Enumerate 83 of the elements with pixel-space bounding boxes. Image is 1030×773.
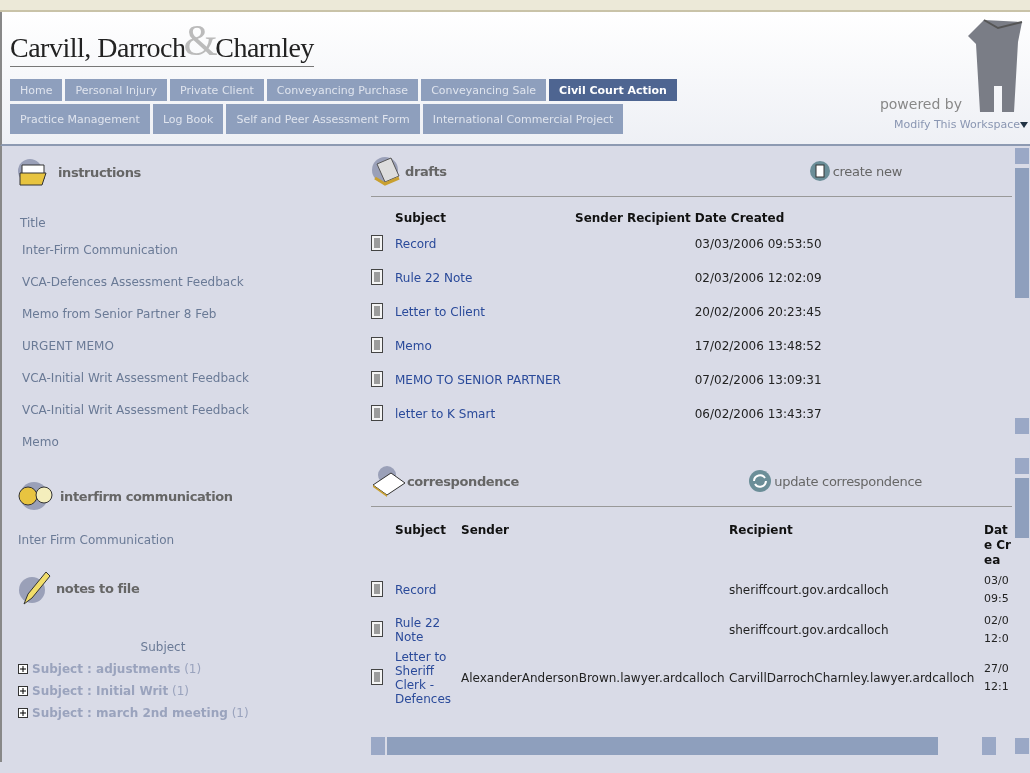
- create-new-link[interactable]: create new: [809, 161, 902, 181]
- tab[interactable]: Conveyancing Sale: [421, 79, 547, 101]
- interfirm-link[interactable]: Inter Firm Communication: [18, 533, 175, 547]
- draft-subject-link[interactable]: Memo: [395, 339, 432, 353]
- vertical-scrollbar[interactable]: [1014, 456, 1030, 756]
- column-header: Recipient: [627, 209, 695, 227]
- chat-faces-icon: [18, 481, 56, 511]
- document-icon: [371, 234, 383, 251]
- column-header: Title: [20, 216, 47, 230]
- note-subject-link[interactable]: Subject : march 2nd meeting (1): [32, 706, 249, 720]
- column-header: Sender: [575, 210, 624, 227]
- powered-by-label: powered by: [879, 96, 962, 112]
- tab[interactable]: Private Client: [170, 79, 264, 101]
- document-icon: [371, 404, 383, 421]
- column-header: Date Crea: [984, 522, 1013, 569]
- caret-icon: [1020, 121, 1028, 128]
- panel-title: interfirm communication: [60, 488, 233, 504]
- refresh-icon: [749, 470, 772, 492]
- tab[interactable]: Log Book: [152, 104, 224, 134]
- date-cell-text: 02/0 12:0: [984, 613, 1010, 647]
- instruction-link[interactable]: Memo: [22, 435, 59, 449]
- instruction-link[interactable]: URGENT MEMO: [22, 339, 114, 353]
- column-header: Subject: [139, 640, 187, 654]
- draft-subject-link[interactable]: Record: [395, 237, 437, 251]
- draft-subject-link[interactable]: Letter to Client: [395, 305, 485, 319]
- note-subject-link[interactable]: Subject : Initial Writ (1): [32, 684, 189, 698]
- correspondence-subject-link[interactable]: Letter to Sheriff Clerk - Defences: [395, 650, 455, 706]
- document-icon: [371, 336, 383, 353]
- company-logo: Carvill, Darroch&Charnley: [10, 16, 314, 67]
- instruction-link[interactable]: VCA-Initial Writ Assessment Feedback: [22, 371, 249, 385]
- modify-workspace-link[interactable]: Modify This Workspace: [893, 118, 1028, 131]
- tab[interactable]: Practice Management: [10, 104, 150, 134]
- sender-cell: AlexanderAndersonBrown.lawyer.ardcalloch: [461, 671, 725, 685]
- recipient-cell: sheriffcourt.gov.ardcalloch: [729, 623, 889, 637]
- draft-subject-link[interactable]: letter to K Smart: [395, 407, 496, 421]
- envelope-icon: [371, 465, 407, 497]
- vertical-scrollbar[interactable]: [1014, 146, 1030, 436]
- document-icon: [809, 161, 830, 181]
- instruction-link[interactable]: Memo from Senior Partner 8 Feb: [22, 307, 217, 321]
- document-icon: [371, 268, 383, 285]
- note-subject-link[interactable]: Subject : adjustments (1): [32, 662, 202, 676]
- document-icon: [371, 668, 383, 685]
- column-header: Recipient: [729, 521, 984, 570]
- tab[interactable]: Home: [10, 79, 63, 101]
- correspondence-subject-link[interactable]: Record: [395, 583, 455, 597]
- column-header: Sender: [461, 522, 510, 539]
- update-correspondence-link[interactable]: update correspondence: [749, 470, 922, 492]
- date-cell: 06/02/2006 13:43:37: [694, 407, 822, 421]
- tab[interactable]: International Commercial Project: [422, 104, 624, 134]
- correspondence-subject-link[interactable]: Rule 22 Note: [395, 616, 455, 644]
- recipient-cell: CarvillDarrochCharnley.lawyer.ardcalloch: [729, 671, 975, 685]
- panel-title: instructions: [58, 164, 141, 180]
- document-icon: [371, 620, 383, 637]
- column-header: Date Created: [694, 210, 786, 227]
- column-header: Subject: [395, 209, 575, 227]
- tab[interactable]: Conveyancing Purchase: [266, 79, 419, 101]
- expand-icon[interactable]: [18, 664, 28, 674]
- panel-title: correspondence: [407, 472, 519, 491]
- date-cell: 02/03/2006 12:02:09: [694, 271, 822, 285]
- document-icon: [371, 580, 383, 597]
- draft-subject-link[interactable]: Rule 22 Note: [395, 271, 473, 285]
- tab[interactable]: Personal Injury: [65, 79, 168, 101]
- document-icon: [371, 302, 383, 319]
- date-cell: 20/02/2006 20:23:45: [694, 305, 822, 319]
- horizontal-scrollbar[interactable]: [371, 736, 996, 756]
- document-icon: [371, 370, 383, 387]
- date-cell: 03/03/2006 09:53:50: [694, 237, 822, 251]
- draft-subject-link[interactable]: MEMO TO SENIOR PARTNER: [395, 373, 561, 387]
- date-cell-text: 03/0 09:5: [984, 573, 1010, 607]
- date-cell: 07/02/2006 13:09:31: [694, 373, 822, 387]
- expand-icon[interactable]: [18, 686, 28, 696]
- panel-title: notes to file: [56, 580, 140, 596]
- date-cell-text: 27/0 12:1: [984, 661, 1010, 695]
- column-header: Subject: [395, 521, 461, 570]
- recipient-cell: sheriffcourt.gov.ardcalloch: [729, 583, 889, 597]
- instruction-link[interactable]: VCA-Defences Assessment Feedback: [22, 275, 244, 289]
- instruction-link[interactable]: Inter-Firm Communication: [22, 243, 178, 257]
- panel-title: drafts: [405, 162, 447, 181]
- expand-icon[interactable]: [18, 708, 28, 718]
- tab[interactable]: Self and Peer Assessment Form: [226, 104, 420, 134]
- date-cell: 17/02/2006 13:48:52: [694, 339, 822, 353]
- tab[interactable]: Civil Court Action: [549, 79, 677, 101]
- instruction-link[interactable]: VCA-Initial Writ Assessment Feedback: [22, 403, 249, 417]
